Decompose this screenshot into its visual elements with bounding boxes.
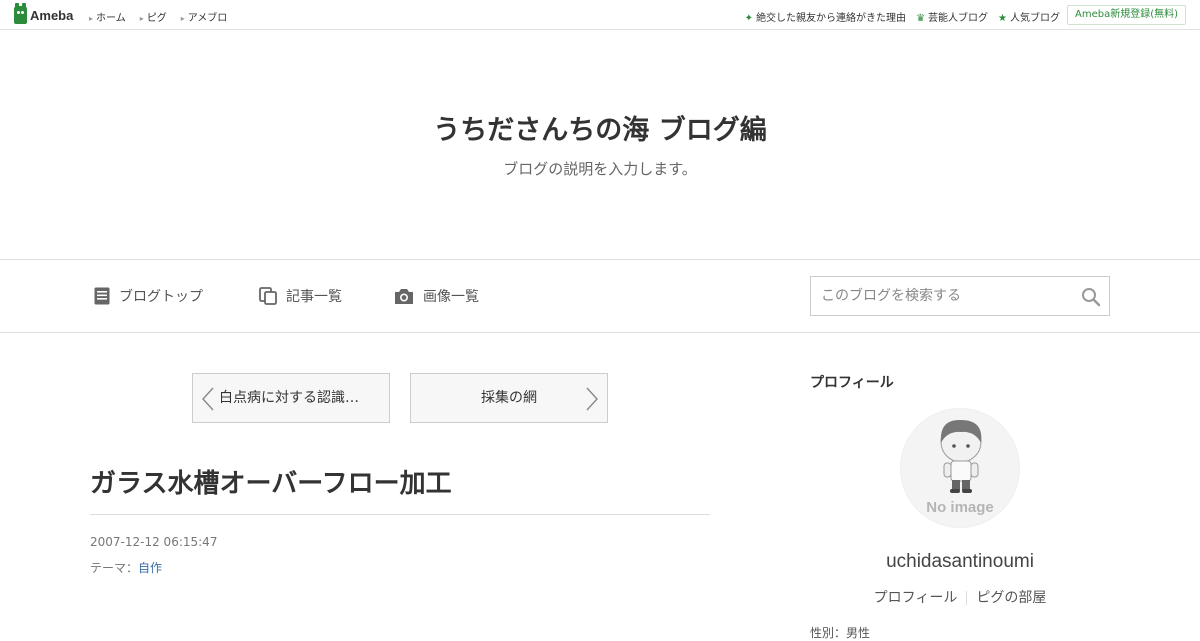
next-entry-button[interactable]: 採集の網 bbox=[410, 373, 608, 423]
entry-theme-link[interactable]: 自作 bbox=[138, 561, 162, 575]
chevron-right-icon bbox=[586, 387, 598, 411]
nav-blog-top[interactable]: ブログトップ bbox=[94, 286, 203, 306]
pigg-room-link[interactable]: ピグの部屋 bbox=[976, 590, 1046, 606]
profile-link[interactable]: プロフィール bbox=[874, 590, 958, 606]
header-link-celebrity[interactable]: ♛ 芸能人ブログ bbox=[916, 9, 988, 24]
blog-header: うちださんちの海 ブログ編 ブログの説明を入力します。 bbox=[0, 30, 1200, 260]
header-link-popular[interactable]: ★ 人気ブログ bbox=[998, 9, 1060, 24]
sparkle-icon: ✦ bbox=[744, 13, 754, 24]
nav-image-list-label: 画像一覧 bbox=[423, 289, 479, 305]
next-entry-label: 採集の網 bbox=[481, 390, 537, 406]
global-nav: ホーム ピグ アメブロ bbox=[89, 9, 227, 24]
profile-gender-row: 性別：男性 bbox=[810, 626, 871, 640]
entry-theme-label: テーマ： bbox=[90, 561, 139, 575]
global-nav-home[interactable]: ホーム bbox=[89, 9, 126, 24]
ameba-logo[interactable]: Ameba bbox=[14, 3, 74, 24]
header-links: ✦ 絶交した親友から連絡がきた理由 ♛ 芸能人ブログ ★ 人気ブログ bbox=[745, 9, 1060, 24]
no-image-label: No image bbox=[926, 499, 994, 516]
global-nav-pigg[interactable]: ピグ bbox=[140, 9, 167, 24]
entry-divider bbox=[90, 514, 710, 515]
camera-icon bbox=[395, 288, 413, 304]
profile-username[interactable]: uchidasantinoumi bbox=[810, 551, 1110, 573]
prev-entry-button[interactable]: 白点病に対する認識… bbox=[192, 373, 390, 423]
nav-entry-list[interactable]: 記事一覧 bbox=[259, 286, 342, 306]
ameba-mascot-icon bbox=[14, 3, 27, 24]
profile-links: プロフィール ピグの部屋 bbox=[810, 587, 1110, 607]
blog-nav: ブログトップ 記事一覧 画像一覧 bbox=[0, 259, 1200, 333]
entry-date: 2007-12-12 06:15:47 bbox=[90, 535, 218, 549]
chevron-left-icon bbox=[202, 387, 214, 411]
copy-icon bbox=[259, 287, 277, 305]
avatar[interactable]: No image bbox=[900, 408, 1020, 528]
prev-entry-label: 白点病に対する認識… bbox=[219, 390, 359, 406]
entry-theme: テーマ：自作 bbox=[90, 559, 162, 576]
crown-icon: ♛ bbox=[916, 13, 926, 24]
document-icon bbox=[94, 287, 110, 305]
link-separator bbox=[966, 591, 968, 605]
header-link-news[interactable]: ✦ 絶交した親友から連絡がきた理由 bbox=[745, 9, 906, 24]
global-nav-ameblo[interactable]: アメブロ bbox=[181, 9, 228, 24]
blog-search bbox=[810, 276, 1110, 316]
nav-entry-list-label: 記事一覧 bbox=[286, 289, 342, 305]
entry-title[interactable]: ガラス水槽オーバーフロー加工 bbox=[90, 463, 452, 500]
search-input[interactable] bbox=[811, 277, 1061, 315]
search-icon[interactable] bbox=[1081, 287, 1101, 311]
nav-image-list[interactable]: 画像一覧 bbox=[394, 286, 479, 306]
global-header: Ameba ホーム ピグ アメブロ ✦絶交した親友から連絡がきた理由 ♛芸能人ブ… bbox=[0, 0, 1200, 30]
register-button[interactable]: Ameba新規登録(無料) bbox=[1066, 5, 1186, 25]
star-icon: ★ bbox=[998, 13, 1007, 24]
blog-title[interactable]: うちださんちの海 ブログ編 bbox=[0, 108, 1200, 147]
logo-text: Ameba bbox=[30, 7, 74, 23]
nav-blog-top-label: ブログトップ bbox=[119, 289, 203, 305]
blog-description: ブログの説明を入力します。 bbox=[503, 160, 697, 178]
profile-heading: プロフィール bbox=[810, 375, 894, 391]
